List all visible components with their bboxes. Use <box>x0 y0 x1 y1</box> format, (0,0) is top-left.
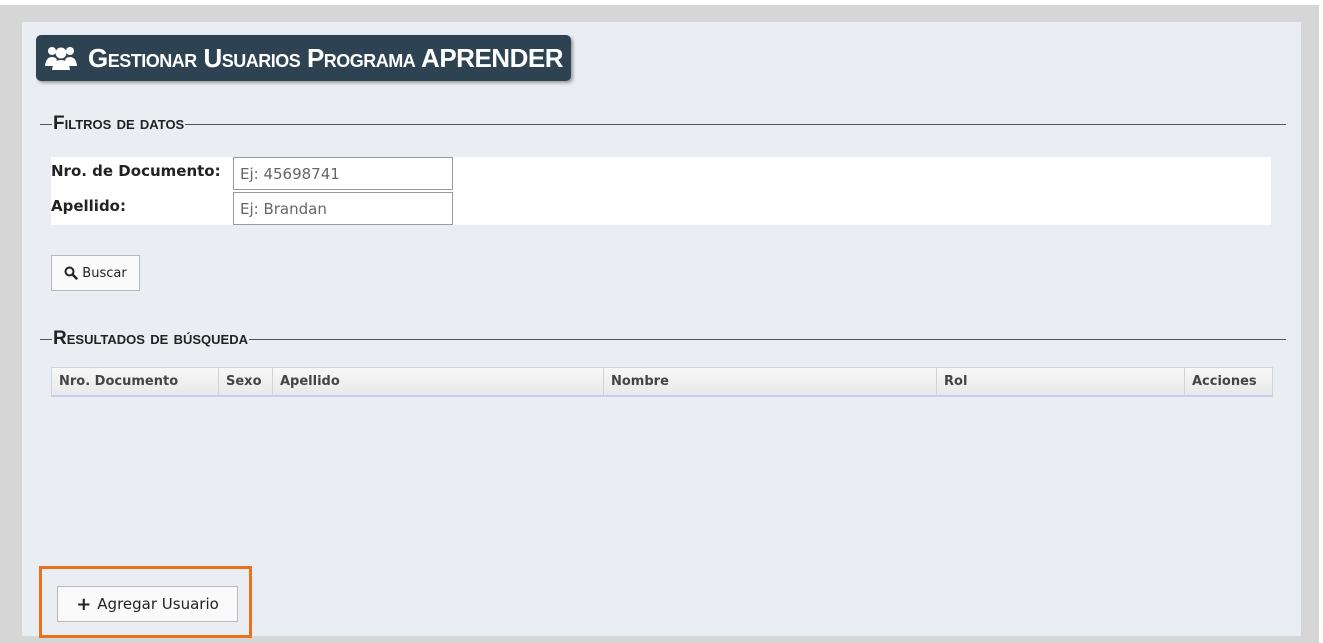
results-legend: Resultados de búsqueda <box>40 328 1286 349</box>
column-header-document[interactable]: Nro. Documento <box>52 368 219 395</box>
results-table-header: Nro. Documento Sexo Apellido Nombre Rol … <box>51 367 1273 397</box>
column-header-actions[interactable]: Acciones <box>1185 368 1272 395</box>
search-button[interactable]: Buscar <box>51 255 140 291</box>
main-panel: Gestionar Usuarios Programa APRENDER Fil… <box>22 22 1301 638</box>
search-button-label: Buscar <box>82 265 127 281</box>
page-title: Gestionar Usuarios Programa APRENDER <box>88 42 563 73</box>
lastname-input[interactable] <box>233 192 453 225</box>
filters-form: Nro. de Documento: Apellido: <box>51 157 1271 225</box>
page-title-banner: Gestionar Usuarios Programa APRENDER <box>36 35 571 81</box>
document-label: Nro. de Documento: <box>51 162 221 180</box>
document-input[interactable] <box>233 157 453 190</box>
add-user-button-label: Agregar Usuario <box>97 595 219 613</box>
lastname-label: Apellido: <box>51 197 126 215</box>
results-legend-label: Resultados de búsqueda <box>53 328 248 349</box>
column-header-sex[interactable]: Sexo <box>219 368 273 395</box>
filters-legend-label: Filtros de datos <box>53 113 185 134</box>
add-user-button[interactable]: + Agregar Usuario <box>57 586 238 622</box>
filters-legend: Filtros de datos <box>40 113 1286 134</box>
users-icon <box>44 43 78 73</box>
search-icon <box>64 266 82 280</box>
column-header-lastname[interactable]: Apellido <box>273 368 604 395</box>
plus-icon: + <box>76 593 92 615</box>
column-header-name[interactable]: Nombre <box>604 368 937 395</box>
column-header-role[interactable]: Rol <box>937 368 1185 395</box>
outer-frame: Gestionar Usuarios Programa APRENDER Fil… <box>0 5 1319 643</box>
